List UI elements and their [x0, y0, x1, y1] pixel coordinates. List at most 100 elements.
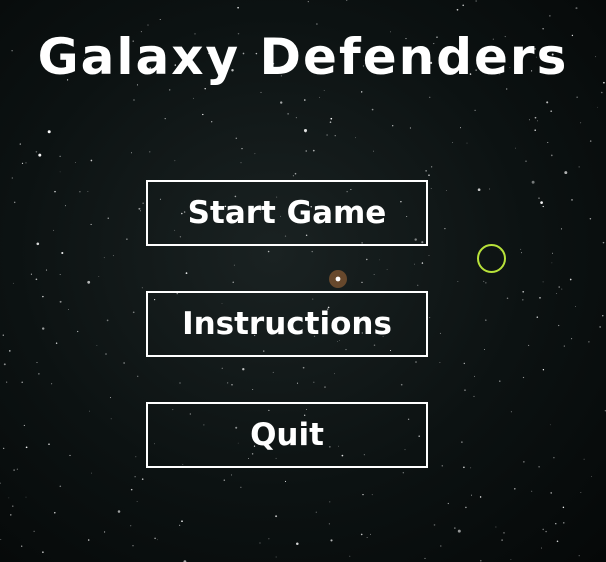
- star: [221, 367, 223, 369]
- star: [465, 506, 467, 509]
- star: [550, 492, 552, 494]
- star: [87, 280, 91, 284]
- star: [362, 493, 364, 496]
- star: [444, 227, 446, 230]
- star: [141, 478, 144, 480]
- star: [366, 258, 368, 261]
- star: [355, 137, 356, 139]
- star: [202, 113, 204, 116]
- star: [538, 466, 540, 468]
- star: [402, 472, 404, 474]
- star: [91, 472, 92, 474]
- star: [59, 171, 61, 173]
- star: [580, 491, 582, 494]
- star: [65, 205, 66, 207]
- star: [514, 147, 516, 149]
- star: [560, 228, 563, 230]
- star: [59, 155, 61, 157]
- star: [110, 418, 112, 420]
- star: [433, 524, 436, 526]
- star: [525, 160, 527, 163]
- star: [211, 121, 213, 123]
- star: [561, 288, 563, 290]
- star: [506, 297, 509, 300]
- star: [25, 162, 27, 164]
- star: [328, 523, 330, 525]
- star: [30, 273, 32, 275]
- star: [473, 395, 475, 397]
- star: [547, 142, 549, 143]
- star: [483, 280, 485, 282]
- star: [233, 264, 235, 266]
- star: [501, 539, 503, 541]
- glowing-star: [335, 276, 341, 282]
- star: [440, 545, 442, 547]
- star: [267, 250, 270, 253]
- star: [431, 166, 433, 168]
- star: [89, 410, 90, 412]
- star: [523, 461, 525, 463]
- star: [126, 238, 128, 240]
- star: [134, 476, 136, 478]
- star: [569, 278, 572, 281]
- star: [241, 147, 243, 150]
- start-game-button[interactable]: Start Game: [146, 180, 428, 246]
- star: [284, 480, 287, 482]
- star: [589, 218, 592, 220]
- star: [470, 467, 472, 469]
- star: [181, 520, 183, 523]
- star: [542, 281, 544, 283]
- star: [346, 0, 348, 1]
- star: [329, 121, 332, 123]
- star: [240, 486, 242, 488]
- star: [366, 536, 368, 538]
- star: [461, 441, 463, 443]
- star: [414, 263, 415, 265]
- star: [575, 7, 578, 10]
- star: [13, 201, 16, 204]
- star: [87, 191, 89, 192]
- star: [510, 411, 512, 413]
- quit-button[interactable]: Quit: [146, 402, 428, 468]
- star: [36, 361, 38, 363]
- star: [136, 501, 138, 502]
- star: [157, 539, 158, 541]
- star: [36, 242, 40, 246]
- star: [185, 272, 188, 274]
- star: [330, 117, 333, 120]
- star: [429, 96, 431, 98]
- star: [537, 120, 538, 122]
- star: [23, 424, 25, 426]
- star: [9, 350, 11, 352]
- star: [534, 116, 537, 119]
- star: [2, 334, 4, 336]
- star: [292, 175, 294, 177]
- star: [104, 531, 106, 533]
- star: [334, 373, 335, 375]
- star: [296, 382, 299, 384]
- star: [259, 542, 261, 544]
- star: [589, 140, 592, 142]
- star: [330, 539, 333, 542]
- star: [452, 142, 454, 143]
- star: [457, 529, 461, 533]
- star: [545, 530, 547, 533]
- star: [464, 389, 466, 391]
- star: [463, 466, 465, 469]
- star: [103, 257, 105, 259]
- star: [514, 488, 516, 490]
- star: [10, 514, 12, 516]
- star: [474, 375, 476, 377]
- star: [0, 538, 2, 540]
- star: [424, 557, 426, 559]
- star: [538, 197, 540, 199]
- star: [386, 269, 388, 271]
- star: [307, 1, 309, 3]
- star: [142, 202, 144, 204]
- star: [551, 252, 554, 254]
- star: [489, 188, 491, 190]
- star: [371, 108, 374, 111]
- instructions-button[interactable]: Instructions: [146, 291, 428, 357]
- star: [275, 556, 277, 558]
- star: [485, 319, 487, 321]
